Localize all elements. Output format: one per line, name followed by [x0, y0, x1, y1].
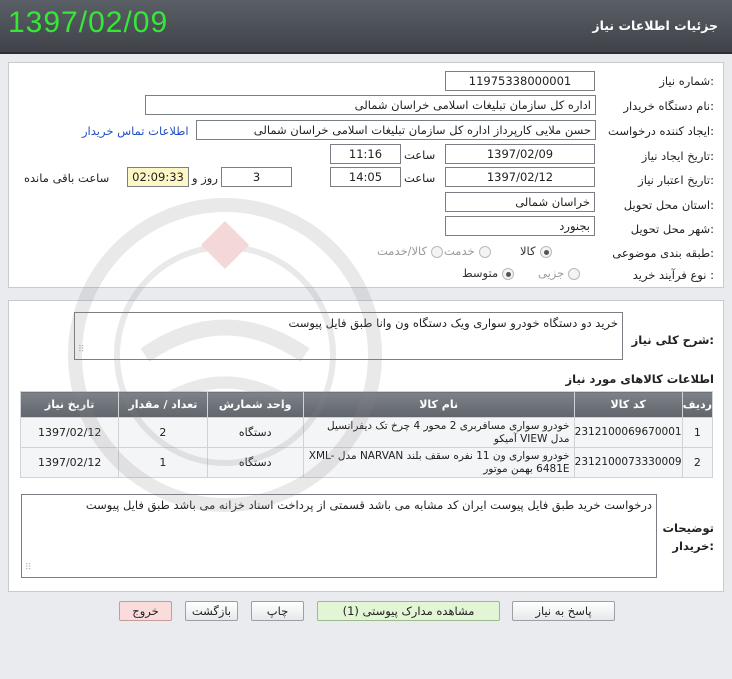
table-row[interactable]: 2 2312100073330009 خودرو سواری ون 11 نفر…	[19, 447, 714, 478]
city-label: شهر محل تحویل:	[630, 222, 714, 236]
col-name: نام کالا	[302, 391, 575, 418]
category-option-goods-service[interactable]: کالا/خدمت	[377, 244, 444, 258]
process-option-medium[interactable]: متوسط	[462, 266, 515, 280]
resize-grip-icon[interactable]: ⠿	[78, 342, 85, 358]
remaining-days-label: روز و	[192, 171, 218, 185]
remaining-time-label: ساعت باقی مانده	[24, 171, 110, 185]
view-attachments-button[interactable]: مشاهده مدارک پیوستی (1)	[317, 601, 500, 621]
validity-time-field: 14:05	[330, 167, 401, 187]
reply-button[interactable]: پاسخ به نیاز	[512, 601, 615, 621]
cell-unit: دستگاه	[206, 417, 304, 448]
process-label: نوع فرآیند خرید :	[632, 268, 714, 282]
buyer-notes-field: درخواست خرید طبق فایل پیوست ایران کد مشا…	[21, 494, 657, 578]
need-number-field: 11975338000001	[445, 71, 595, 91]
validity-date-label: تاریخ اعتبار نیاز:	[638, 173, 714, 187]
buyer-org-label: نام دستگاه خریدار:	[623, 99, 714, 113]
cell-code: 2312100069670001	[573, 417, 683, 448]
header-date: 1397/02/09	[8, 6, 169, 39]
page-title: جزئیات اطلاعات نیاز	[592, 18, 718, 33]
table-header-row: ردیف کد کالا نام کالا واحد شمارش تعداد /…	[19, 391, 714, 418]
radio-selected-icon	[502, 267, 515, 280]
radio-icon	[431, 245, 444, 258]
back-button[interactable]: بازگشت	[185, 601, 238, 621]
buyer-org-field: اداره کل سازمان تبلیغات اسلامی خراسان شم…	[145, 95, 596, 115]
need-number-label: شماره نیاز:	[659, 74, 714, 88]
page-header: 1397/02/09 جزئیات اطلاعات نیاز	[0, 0, 732, 54]
cell-unit: دستگاه	[206, 447, 304, 478]
validity-date-field: 1397/02/12	[445, 167, 595, 187]
col-qty: تعداد / مقدار	[118, 391, 208, 418]
cell-name: خودرو سواری ون 11 نفره سقف بلند NARVAN م…	[302, 447, 575, 478]
cell-row: 2	[681, 447, 714, 478]
items-title: اطلاعات کالاهای مورد نیاز	[565, 372, 714, 386]
category-option-service[interactable]: خدمت	[444, 244, 491, 258]
cell-row: 1	[681, 417, 714, 448]
col-unit: واحد شمارش	[206, 391, 304, 418]
remaining-days-field: 3	[221, 167, 292, 187]
radio-selected-icon	[539, 245, 552, 258]
exit-button[interactable]: خروج	[119, 601, 172, 621]
cell-date: 1397/02/12	[19, 417, 120, 448]
radio-icon	[478, 245, 491, 258]
cell-date: 1397/02/12	[19, 447, 120, 478]
created-date-field: 1397/02/09	[445, 144, 595, 164]
category-label: طبقه بندی موضوعی:	[612, 246, 714, 260]
city-field: بجنورد	[445, 216, 595, 236]
print-button[interactable]: چاپ	[251, 601, 304, 621]
resize-grip-icon[interactable]: ⠿	[25, 560, 32, 576]
requester-field: حسن ملایی کارپرداز اداره کل سازمان تبلیغ…	[196, 120, 596, 140]
requester-label: ایجاد کننده درخواست:	[608, 124, 714, 138]
buyer-notes-label-line2: خریدار:	[672, 539, 714, 553]
table-row[interactable]: 1 2312100069670001 خودرو سواری مسافربری …	[19, 417, 714, 448]
description-field: خرید دو دستگاه خودرو سواری ویک دستگاه ون…	[74, 312, 623, 360]
validity-time-label: ساعت	[404, 171, 436, 185]
remaining-time-field: 02:09:33	[127, 167, 189, 187]
cell-name: خودرو سواری مسافربری 2 محور 4 چرخ تک دیف…	[302, 417, 575, 448]
col-row: ردیف	[681, 391, 714, 418]
description-label: شرح کلی نیاز:	[631, 333, 714, 347]
col-date: تاریخ نیاز	[19, 391, 120, 418]
buyer-contact-link[interactable]: اطلاعات تماس خریدار	[82, 124, 189, 138]
buyer-notes-label-line1: توضیحات	[662, 521, 715, 535]
process-option-minor[interactable]: جزیی	[538, 266, 581, 280]
items-table: ردیف کد کالا نام کالا واحد شمارش تعداد /…	[19, 391, 714, 478]
province-label: استان محل تحویل:	[623, 198, 714, 212]
created-date-label: تاریخ ایجاد نیاز:	[641, 149, 714, 163]
cell-qty: 1	[118, 447, 208, 478]
radio-icon	[568, 267, 581, 280]
col-code: کد کالا	[573, 391, 683, 418]
category-option-goods[interactable]: کالا	[520, 244, 552, 258]
created-time-field: 11:16	[330, 144, 401, 164]
created-time-label: ساعت	[404, 148, 436, 162]
cell-code: 2312100073330009	[573, 447, 683, 478]
cell-qty: 2	[118, 417, 208, 448]
province-field: خراسان شمالی	[445, 192, 595, 212]
